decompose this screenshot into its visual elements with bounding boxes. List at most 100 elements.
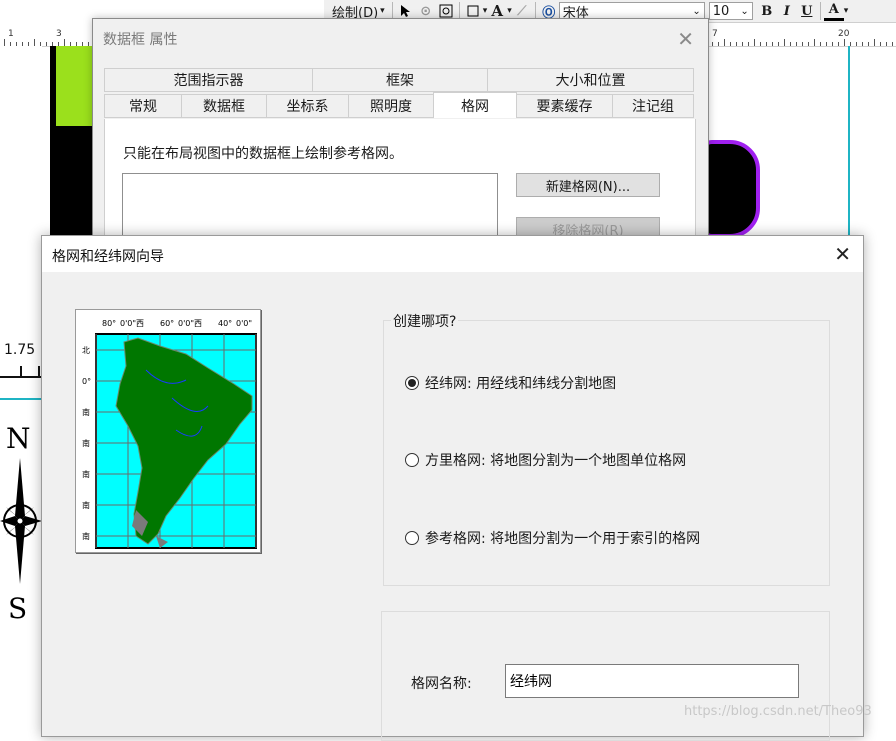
font-color-glyph: A bbox=[828, 2, 839, 17]
tab-grids[interactable]: 格网 bbox=[433, 92, 517, 118]
tab-label: 范围指示器 bbox=[173, 73, 244, 89]
ruler-tick bbox=[730, 42, 731, 46]
tab-frame[interactable]: 框架 bbox=[312, 68, 488, 92]
ruler-tick bbox=[862, 42, 863, 46]
tab-size-position[interactable]: 大小和位置 bbox=[487, 68, 694, 92]
tab-label: 坐标系 bbox=[286, 99, 329, 115]
graticule-preview-image: 80° 0'0"西 60° 0'0"西 40° 0'0" 北 0° 南南南南南 bbox=[75, 309, 261, 553]
radio-button[interactable] bbox=[405, 376, 419, 390]
ruler-tick bbox=[748, 42, 749, 46]
radio-button[interactable] bbox=[405, 453, 419, 467]
grid-name-input[interactable] bbox=[505, 664, 799, 698]
preview-longitude-label: 0'0" bbox=[236, 319, 252, 328]
ruler-label: 3 bbox=[56, 29, 62, 39]
radio-selected-dot bbox=[408, 379, 416, 387]
radio-button[interactable] bbox=[405, 531, 419, 545]
grids-hint-text: 只能在布局视图中的数据框上绘制参考格网。 bbox=[123, 146, 403, 162]
ruler-tick bbox=[892, 42, 893, 46]
wizard-titlebar: 格网和经纬网向导 ✕ bbox=[42, 236, 863, 272]
ruler-tick bbox=[760, 42, 761, 46]
ruler-tick bbox=[784, 39, 785, 46]
tab-label: 常规 bbox=[129, 99, 157, 115]
ruler-tick bbox=[886, 42, 887, 46]
ruler-tick bbox=[754, 39, 755, 46]
preview-longitude-label: 80° bbox=[102, 319, 116, 328]
radio-label: 经纬网: 用经线和纬线分割地图 bbox=[425, 376, 617, 392]
preview-latitude-label: 南 bbox=[82, 438, 90, 448]
ruler-label: 7 bbox=[712, 29, 718, 39]
ruler-label: 20 bbox=[838, 29, 850, 39]
scale-bar-label: 1.75 bbox=[4, 342, 36, 358]
dialog-title: 格网和经纬网向导 bbox=[52, 249, 164, 265]
map-island-fragment bbox=[700, 140, 760, 238]
frame-border-line bbox=[0, 398, 42, 400]
bold-glyph: B bbox=[761, 3, 773, 19]
ruler-tick bbox=[34, 39, 35, 46]
preview-latitude-label: 北 bbox=[82, 346, 90, 355]
tab-general[interactable]: 常规 bbox=[104, 94, 182, 118]
bold-button[interactable]: B bbox=[757, 1, 777, 21]
tab-coordinate-system[interactable]: 坐标系 bbox=[266, 94, 349, 118]
ruler-tick bbox=[4, 39, 5, 46]
ruler-tick bbox=[880, 42, 881, 46]
grid-name-label: 格网名称: bbox=[411, 676, 472, 692]
chevron-down-icon[interactable]: ▾ bbox=[844, 6, 849, 16]
tab-label: 照明度 bbox=[370, 99, 412, 115]
font-size-select[interactable]: 10 ⌄ bbox=[708, 2, 753, 20]
radio-reference-grid[interactable]: 参考格网: 将地图分割为一个用于索引的格网 bbox=[405, 528, 700, 548]
north-arrow-compass-icon bbox=[0, 458, 42, 584]
north-arrow-s-label: S bbox=[8, 592, 28, 625]
radio-label: 参考格网: 将地图分割为一个用于索引的格网 bbox=[425, 531, 701, 547]
underline-glyph: U bbox=[801, 3, 813, 19]
preview-latitude-label: 南 bbox=[82, 407, 90, 417]
preview-longitude-label: 0'0"西 bbox=[178, 319, 202, 328]
ruler-tick bbox=[820, 42, 821, 46]
frame-border-line bbox=[848, 46, 850, 236]
ruler-tick bbox=[46, 42, 47, 46]
chevron-down-icon: ⌄ bbox=[692, 5, 701, 17]
ruler-tick bbox=[742, 42, 743, 46]
watermark-text: https://blog.csdn.net/Theo93 bbox=[684, 704, 872, 719]
preview-latitude-label: 南 bbox=[82, 469, 90, 479]
font-size-value: 10 bbox=[712, 3, 730, 19]
ruler-tick bbox=[802, 42, 803, 46]
underline-button[interactable]: U bbox=[797, 1, 817, 21]
tab-label: 框架 bbox=[386, 73, 414, 89]
ruler-tick bbox=[850, 42, 851, 46]
toolbar-separator bbox=[819, 2, 821, 20]
grids-graticules-wizard: 格网和经纬网向导 ✕ 80° 0'0"西 60° 0'0"西 40° 0'0" 北 0° 南南… bbox=[41, 235, 864, 741]
ruler-tick bbox=[772, 42, 773, 46]
ruler-tick bbox=[844, 39, 845, 46]
ruler-tick bbox=[766, 42, 767, 46]
ruler-tick bbox=[736, 42, 737, 46]
ruler-tick bbox=[778, 42, 779, 46]
radio-label: 方里格网: 将地图分割为一个地图单位格网 bbox=[425, 453, 687, 469]
radio-graticule[interactable]: 经纬网: 用经线和纬线分割地图 bbox=[405, 373, 616, 393]
preview-latitude-label: 0° bbox=[82, 377, 91, 386]
tab-label: 要素缓存 bbox=[536, 99, 593, 115]
scale-bar-tick bbox=[38, 366, 40, 376]
close-icon[interactable]: ✕ bbox=[677, 27, 694, 51]
font-color-button[interactable]: A bbox=[823, 2, 844, 21]
tab-data-frame[interactable]: 数据框 bbox=[181, 94, 267, 118]
close-icon[interactable]: ✕ bbox=[834, 242, 851, 266]
italic-button[interactable]: I bbox=[777, 1, 797, 21]
radio-measured-grid[interactable]: 方里格网: 将地图分割为一个地图单位格网 bbox=[405, 450, 686, 470]
preview-longitude-label: 40° bbox=[218, 319, 232, 328]
new-grid-button[interactable]: 新建格网(N)... bbox=[516, 173, 660, 197]
layout-margin bbox=[0, 46, 42, 731]
ruler-tick bbox=[790, 42, 791, 46]
ruler-tick bbox=[814, 39, 815, 46]
chevron-down-icon: ▾ bbox=[380, 6, 385, 16]
ruler-tick bbox=[838, 42, 839, 46]
tab-extent-indicators[interactable]: 范围指示器 bbox=[104, 68, 313, 92]
data-frame-properties-dialog: 数据框 属性 ✕ 范围指示器 框架 大小和位置 常规 数据框 坐标系 照明度 格… bbox=[92, 18, 709, 270]
tab-feature-cache[interactable]: 要素缓存 bbox=[516, 94, 613, 118]
tab-label: 数据框 bbox=[203, 99, 245, 115]
tab-annotation-groups[interactable]: 注记组 bbox=[612, 94, 694, 118]
ruler-tick bbox=[832, 42, 833, 46]
ruler-tick bbox=[856, 42, 857, 46]
ruler-tick bbox=[64, 39, 65, 46]
tab-illumination[interactable]: 照明度 bbox=[348, 94, 434, 118]
tab-label: 注记组 bbox=[632, 99, 674, 115]
